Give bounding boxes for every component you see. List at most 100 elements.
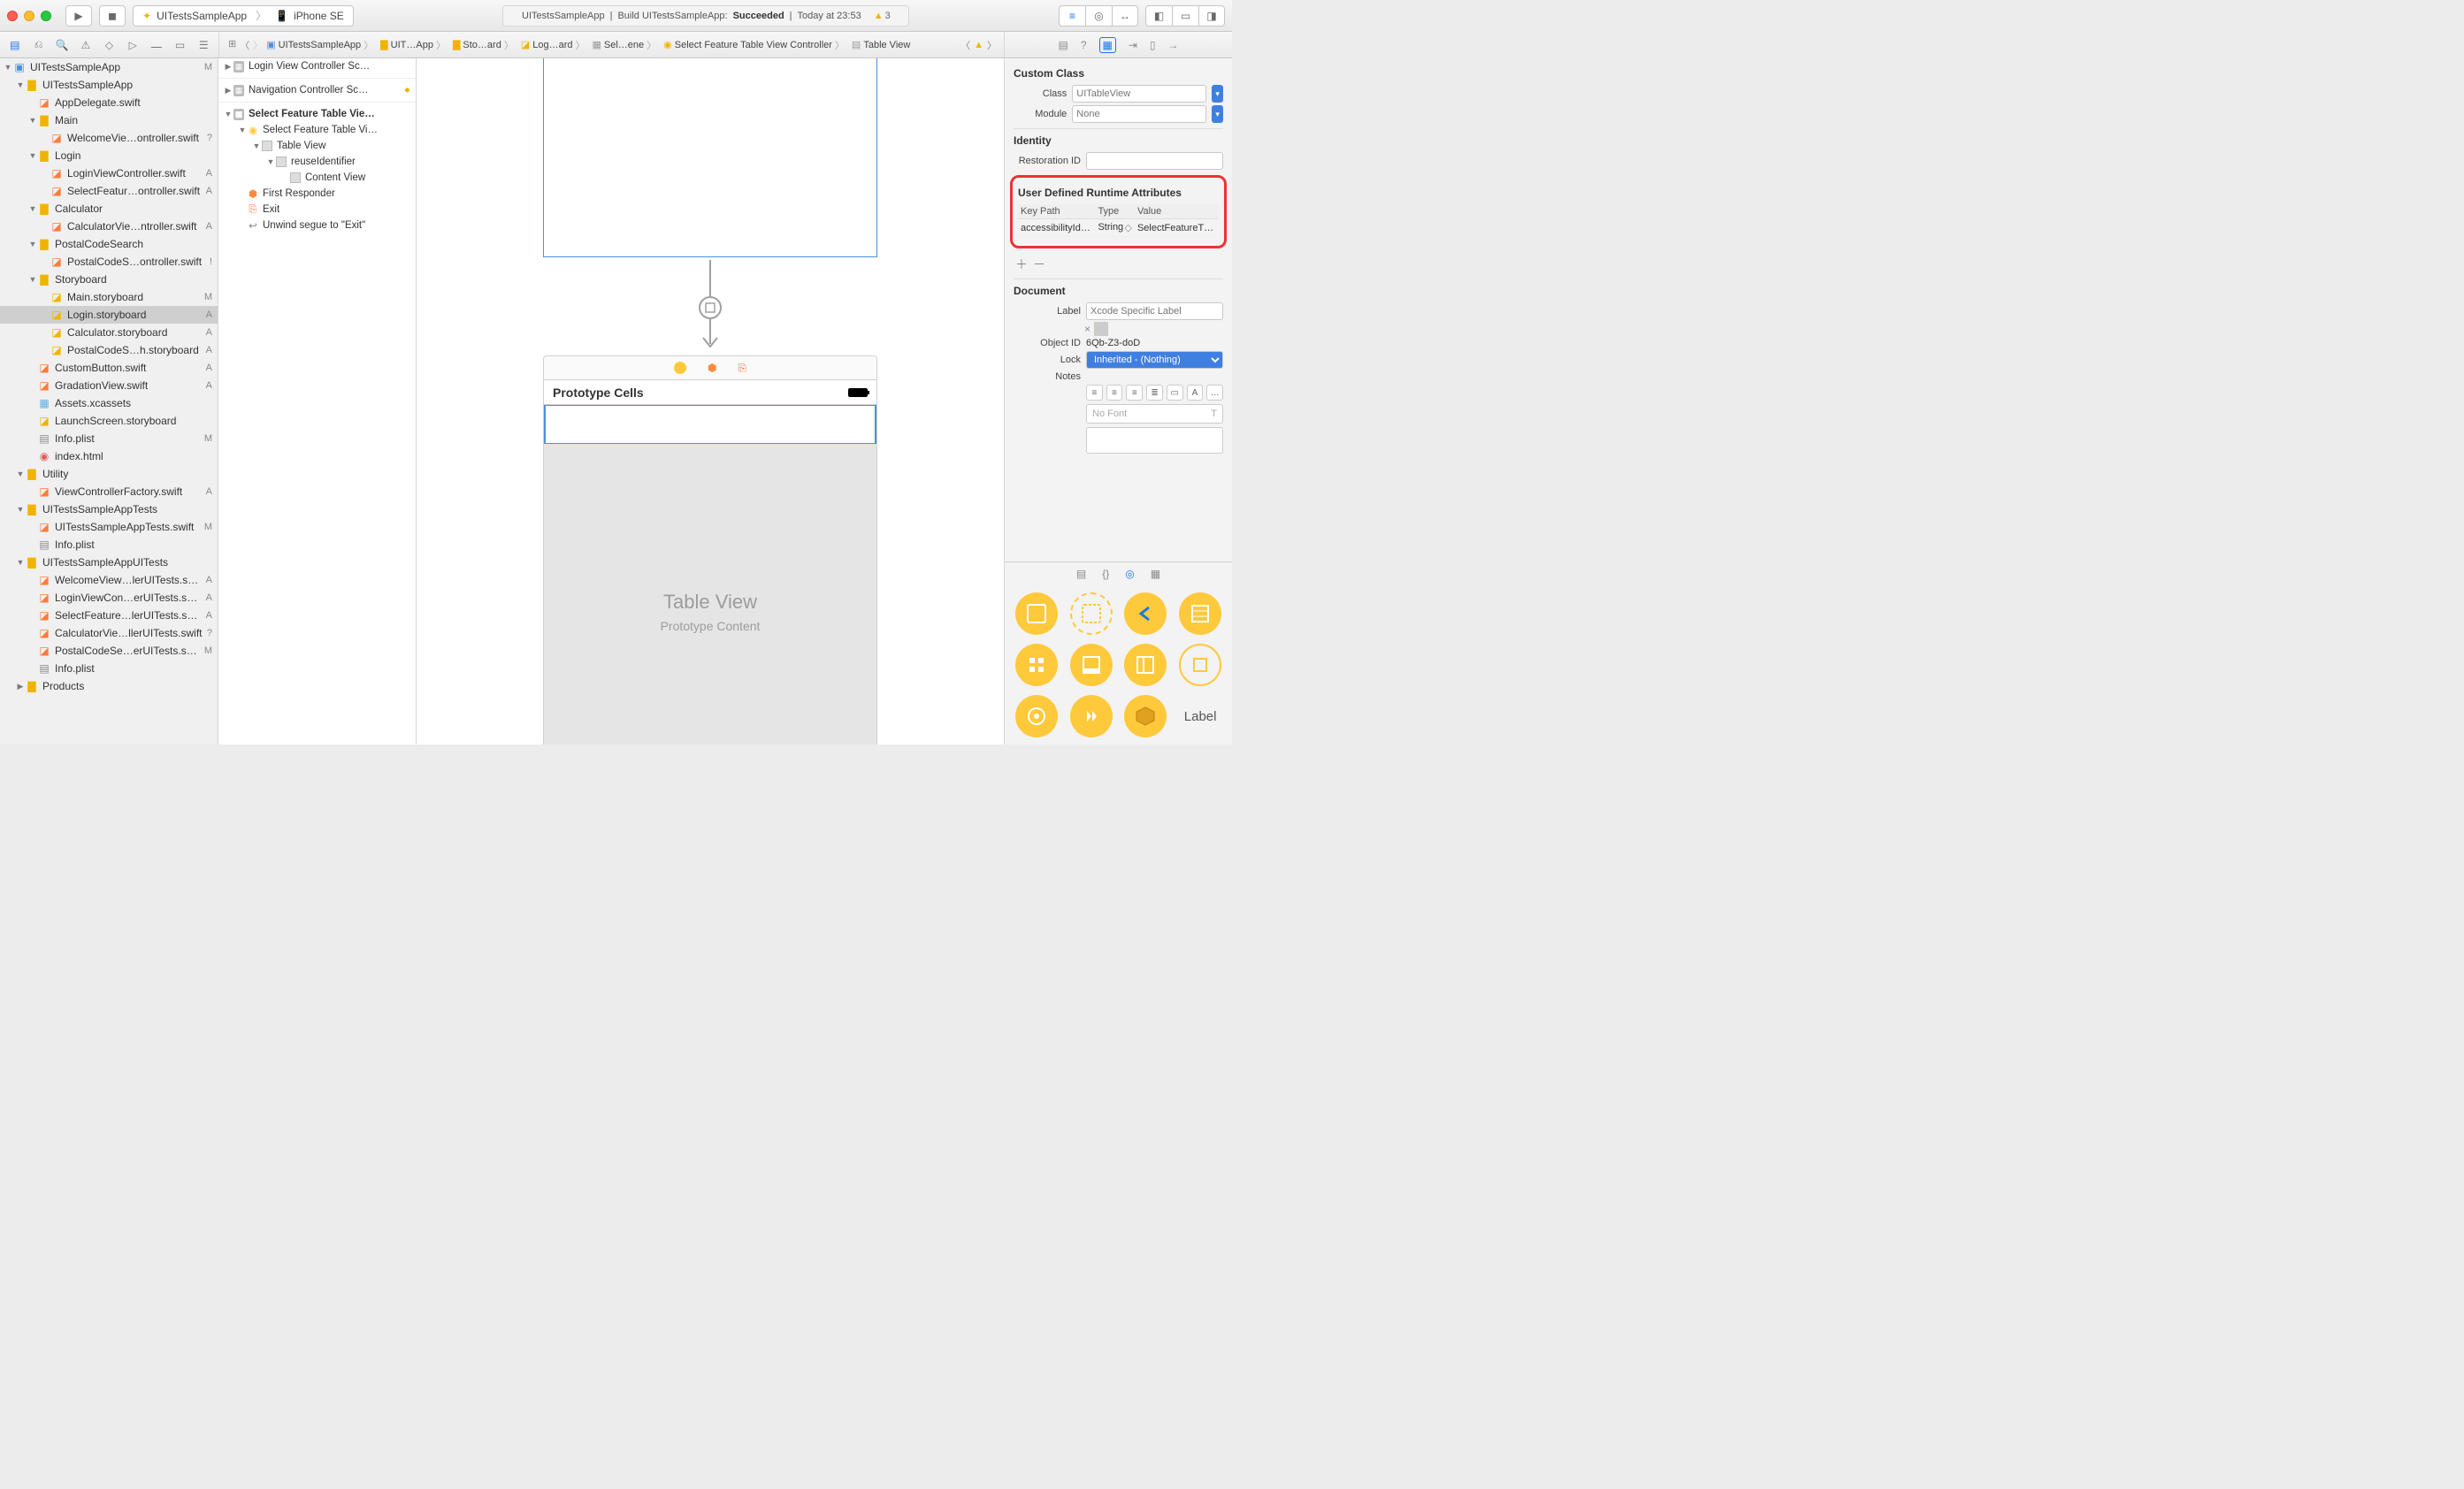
navigator-row[interactable]: ▼▇Calculator (0, 200, 218, 218)
outline-row[interactable]: ▶▦Login View Controller Sc… (218, 58, 416, 74)
navigator-row[interactable]: ◪SelectFeature…lerUITests.swiftA (0, 607, 218, 624)
navigator-row[interactable]: ▼▇Main (0, 111, 218, 129)
navigator-row[interactable]: ◪LoginViewController.swiftA (0, 164, 218, 182)
attributes-inspector-tab[interactable]: ⇥ (1129, 39, 1137, 51)
navigator-row[interactable]: ▼▇Utility (0, 465, 218, 483)
navigator-row[interactable]: ◪WelcomeVie…ontroller.swift? (0, 129, 218, 147)
version-editor-button[interactable]: ↔ (1112, 5, 1138, 27)
style-button[interactable]: ▭ (1167, 385, 1183, 401)
navigator-row[interactable]: ◪PostalCodeS…h.storyboardA (0, 341, 218, 359)
run-button[interactable]: ▶ (65, 5, 92, 27)
prototype-cell[interactable] (544, 405, 876, 444)
navigator-row[interactable]: ◪WelcomeView…lerUITests.swiftA (0, 571, 218, 589)
warnings-badge[interactable]: ▲ 3 (874, 11, 891, 21)
navigator-row[interactable]: ◪UITestsSampleAppTests.swiftM (0, 518, 218, 536)
jump-bar[interactable]: ⊞ 〈 〉 ▣UITestsSampleApp〉 ▇UIT…App〉 ▇Sto…… (218, 32, 1004, 57)
scheme-selector[interactable]: ✦ UITestsSampleApp 〉 📱 iPhone SE (133, 5, 354, 27)
library-item-container[interactable] (1070, 592, 1113, 635)
size-inspector-tab[interactable]: ▯ (1150, 39, 1156, 51)
close-window-button[interactable] (7, 11, 18, 21)
library-item-object[interactable] (1124, 695, 1167, 737)
module-field[interactable] (1072, 105, 1206, 123)
navigator-row[interactable]: ◉index.html (0, 447, 218, 465)
outline-row[interactable]: ▼◉Select Feature Table Vi… (218, 122, 416, 138)
outline-row[interactable]: ▼Table View (218, 138, 416, 154)
color-swatch[interactable] (1106, 322, 1108, 336)
stop-button[interactable]: ◼ (99, 5, 126, 27)
navigator-row[interactable]: ◪LaunchScreen.storyboard (0, 412, 218, 430)
navigator-row[interactable]: ▼▣UITestsSampleAppM (0, 58, 218, 76)
table-row[interactable]: accessibilityId… String ◇ SelectFeatureT… (1018, 219, 1219, 237)
align-right-button[interactable]: ≡ (1126, 385, 1143, 401)
align-center-button[interactable]: ≡ (1106, 385, 1123, 401)
activity-status[interactable]: UITestsSampleApp | Build UITestsSampleAp… (502, 5, 909, 27)
media-library-tab[interactable]: ▦ (1151, 568, 1160, 580)
report-navigator-tab[interactable]: ☰ (194, 35, 213, 55)
font-panel-button[interactable]: A (1187, 385, 1204, 401)
navigator-row[interactable]: ▼▇UITestsSampleAppUITests (0, 554, 218, 571)
object-library-tab[interactable]: ◎ (1125, 568, 1134, 580)
navigator-row[interactable]: ▤Info.plistM (0, 430, 218, 447)
library-item-view-controller[interactable] (1015, 592, 1058, 635)
zoom-window-button[interactable] (41, 11, 51, 21)
navigator-row[interactable]: ◪AppDelegate.swift (0, 94, 218, 111)
forward-icon[interactable]: 〉 (253, 38, 263, 52)
navigator-row[interactable]: ◪CalculatorVie…llerUITests.swift? (0, 624, 218, 642)
library-item-navigation-controller[interactable] (1124, 592, 1167, 635)
align-left-button[interactable]: ≡ (1086, 385, 1103, 401)
notes-textarea[interactable] (1086, 427, 1223, 454)
next-issue-icon[interactable]: 〉 (987, 38, 997, 52)
library-item-label[interactable]: Label (1177, 695, 1223, 737)
runtime-attributes-table[interactable]: Key Path Type Value accessibilityId… Str… (1018, 204, 1219, 237)
source-control-navigator-tab[interactable]: ⎌ (29, 35, 49, 55)
document-label-field[interactable] (1086, 302, 1223, 320)
navigator-row[interactable]: ◪SelectFeatur…ontroller.swiftA (0, 182, 218, 200)
library-item-avkit-player[interactable] (1070, 695, 1113, 737)
module-dropdown-icon[interactable]: ▾ (1212, 105, 1223, 123)
prev-issue-icon[interactable]: 〈 (960, 38, 970, 52)
file-template-library-tab[interactable]: ▤ (1076, 568, 1086, 580)
align-justify-button[interactable]: ≣ (1146, 385, 1163, 401)
outline-row[interactable]: ▼reuseIdentifier (218, 154, 416, 170)
debug-navigator-tab[interactable]: ⎼ (147, 35, 166, 55)
toggle-inspector-button[interactable]: ◨ (1198, 5, 1225, 27)
symbol-navigator-tab[interactable]: 🔍 (52, 35, 72, 55)
navigator-row[interactable]: ▤Info.plist (0, 536, 218, 554)
navigator-row[interactable]: ▤Info.plist (0, 660, 218, 677)
back-icon[interactable]: 〈 (240, 38, 249, 52)
project-navigator[interactable]: ▼▣UITestsSampleAppM▼▇UITestsSampleApp◪Ap… (0, 58, 218, 744)
lock-select[interactable]: Inherited - (Nothing) (1086, 351, 1223, 369)
library-item-tab-bar-controller[interactable] (1070, 644, 1113, 686)
navigator-row[interactable]: ◪Login.storyboardA (0, 306, 218, 324)
scene-header[interactable]: ⬢ ⎘ (543, 355, 877, 380)
table-view-frame[interactable]: Prototype Cells Table View Prototype Con… (543, 380, 877, 744)
font-picker-icon[interactable]: T (1211, 409, 1217, 419)
navigator-row[interactable]: ▼▇PostalCodeSearch (0, 235, 218, 253)
library-item-collection-view-controller[interactable] (1015, 644, 1058, 686)
code-snippet-library-tab[interactable]: {} (1102, 568, 1109, 580)
project-navigator-tab[interactable]: ▤ (5, 35, 25, 55)
outline-row[interactable]: Content View (218, 170, 416, 186)
navigator-row[interactable]: ◪Main.storyboardM (0, 288, 218, 306)
library-item-table-view-controller[interactable] (1179, 592, 1221, 635)
navigator-row[interactable]: ◪CustomButton.swiftA (0, 359, 218, 377)
outline-row[interactable]: ⎘Exit (218, 202, 416, 218)
navigator-row[interactable]: ◪LoginViewCon…erUITests.swiftA (0, 589, 218, 607)
clear-color-button[interactable]: × (1084, 323, 1090, 335)
navigator-row[interactable]: ◪PostalCodeSe…erUITests.swiftM (0, 642, 218, 660)
standard-editor-button[interactable]: ≡ (1059, 5, 1085, 27)
navigator-row[interactable]: ◪PostalCodeS…ontroller.swift! (0, 253, 218, 271)
navigator-row[interactable]: ◪Calculator.storyboardA (0, 324, 218, 341)
notes-font-field[interactable]: No Font T (1086, 404, 1223, 424)
library-item-split-view-controller[interactable] (1124, 644, 1167, 686)
restoration-id-field[interactable] (1086, 152, 1223, 170)
connections-inspector-tab[interactable]: → (1168, 39, 1179, 51)
quick-help-tab[interactable]: ? (1081, 39, 1087, 51)
identity-inspector-tab[interactable]: ▦ (1099, 37, 1116, 53)
file-inspector-tab[interactable]: ▤ (1058, 39, 1067, 51)
navigator-row[interactable]: ◪GradationView.swiftA (0, 377, 218, 394)
more-button[interactable]: … (1206, 385, 1223, 401)
related-items-icon[interactable]: ⊞ (228, 38, 236, 52)
assistant-editor-button[interactable]: ◎ (1085, 5, 1112, 27)
select-feature-scene[interactable]: ⬢ ⎘ Prototype Cells Table View Prototype… (543, 355, 877, 744)
